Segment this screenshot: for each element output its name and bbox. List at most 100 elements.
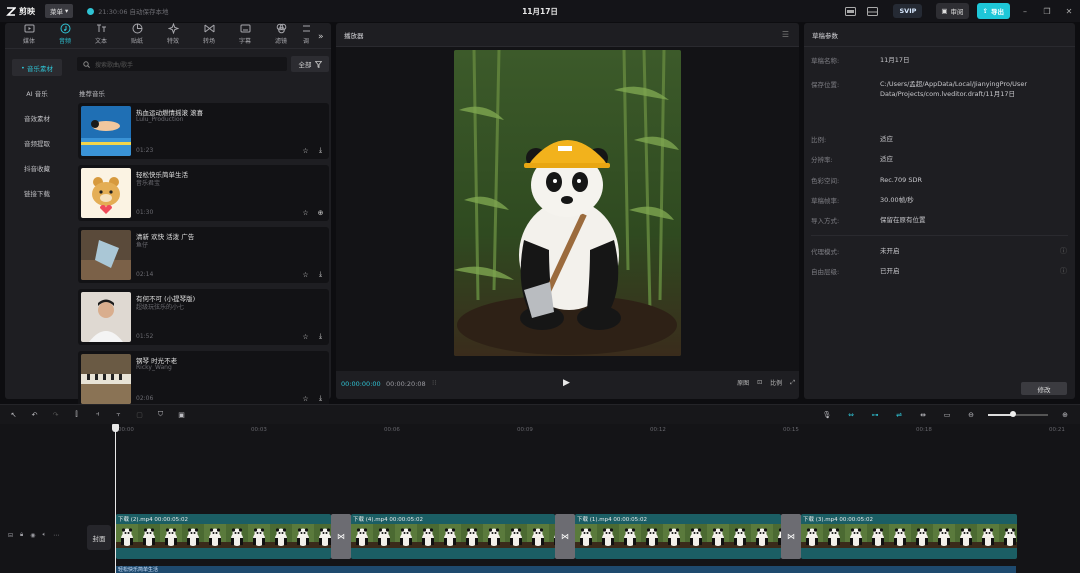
fullscreen-icon[interactable]: ⤢ <box>790 379 795 387</box>
tab-sticker[interactable]: 贴纸 <box>119 23 155 48</box>
category-ai-music[interactable]: AI 音乐 <box>12 84 62 101</box>
zoom-in-icon[interactable]: ⊕ <box>1058 409 1072 420</box>
favorite-icon[interactable]: ☆ <box>301 332 310 341</box>
help-icon[interactable]: ⓘ <box>1060 266 1067 276</box>
video-clip[interactable]: 下载 (4).mp4 00:00:05:02 <box>351 514 555 559</box>
zoom-slider-knob[interactable] <box>1010 410 1017 417</box>
download-icon[interactable]: ⤓ <box>316 146 325 155</box>
autosave-icon <box>87 7 95 15</box>
add-icon[interactable]: ⊕ <box>316 208 325 217</box>
playhead-handle[interactable] <box>112 424 119 432</box>
download-icon[interactable]: ⤓ <box>316 270 325 279</box>
ai-frame-icon[interactable]: ▣ <box>176 409 187 420</box>
tab-filter[interactable]: 滤镜 <box>263 23 299 48</box>
timeline-toolbar: ↖ ↶ ↷ ⫿ ⫞ ⫟ ▢ ⛉ ▣ 🎙 ⇔ ⊶ ⇌ ⇹ ▭ ⊖ ⊕ <box>0 404 1080 424</box>
panda-frame-thumbnail <box>351 524 373 548</box>
clip-filmstrip <box>575 524 781 548</box>
review-button[interactable]: ▣ 审阅 <box>936 3 969 19</box>
redo-icon[interactable]: ↷ <box>50 409 61 420</box>
lock-icon[interactable]: 🔒︎ <box>20 531 23 539</box>
tab-transition[interactable]: 转场 <box>191 23 227 48</box>
minimize-icon[interactable]: – <box>1018 7 1032 16</box>
original-image-button[interactable]: 原图 <box>737 378 749 387</box>
auto-snap-icon[interactable]: ⊶ <box>868 409 882 420</box>
preview-axis-icon[interactable]: ⇹ <box>916 409 930 420</box>
audio-clip[interactable]: 轻松快乐简单生活 <box>116 566 1016 573</box>
timeline-mode-icon[interactable]: ⁞⁞ <box>432 379 436 387</box>
tab-caption[interactable]: 字幕 <box>227 23 263 48</box>
category-audio-extract[interactable]: 音频提取 <box>12 134 62 151</box>
menu-lines-icon[interactable]: ☰ <box>782 30 789 39</box>
tab-audio[interactable]: 音频 <box>47 23 83 48</box>
favorite-icon[interactable]: ☆ <box>301 270 310 279</box>
category-music[interactable]: • 音乐素材 <box>12 59 62 76</box>
list-item[interactable]: 清新 欢快 活泼 广告 鱼仔 02:14 ☆ ⤓ <box>78 227 329 283</box>
ruler-tick-label: 00:12 <box>650 427 666 433</box>
list-item[interactable]: 热血运动燃情摇滚 滚喜 Lulu_Production 01:23 ☆ ⤓ <box>78 103 329 159</box>
video-clip[interactable]: 下载 (3).mp4 00:00:05:02 <box>801 514 1017 559</box>
download-icon[interactable]: ⤓ <box>316 332 325 341</box>
ratio-button[interactable]: 比例 <box>770 378 782 387</box>
panda-frame-thumbnail <box>999 524 1017 548</box>
video-clip[interactable]: 下载 (1).mp4 00:00:05:02 <box>575 514 781 559</box>
timeline[interactable]: 00:00 00:03 00:06 00:09 00:12 00:15 00:1… <box>0 424 1080 573</box>
split-right-icon[interactable]: ⫟ <box>113 409 124 420</box>
link-icon[interactable]: ⇌ <box>892 409 906 420</box>
cover-button[interactable]: 封面 <box>87 525 111 550</box>
favorite-icon[interactable]: ☆ <box>301 146 310 155</box>
delete-icon[interactable]: ▢ <box>134 409 145 420</box>
player-header: 播放器 ☰ <box>336 23 799 47</box>
main-track-magnet-icon[interactable]: ⇔ <box>844 409 858 420</box>
transition-marker[interactable]: ⋈ <box>555 514 575 559</box>
more-icon[interactable]: ⋯ <box>53 532 59 539</box>
layout-icon[interactable] <box>865 4 879 18</box>
undo-icon[interactable]: ↶ <box>29 409 40 420</box>
panda-frame-thumbnail <box>663 524 685 548</box>
category-link-download[interactable]: 链接下载 <box>12 184 62 201</box>
filter-button[interactable]: 全部 <box>291 56 329 72</box>
param-row: 草稿帧率: 30.00帧/秒 <box>811 196 914 205</box>
favorite-icon[interactable]: ☆ <box>301 394 310 403</box>
select-cursor-icon[interactable]: ↖ <box>8 409 19 420</box>
split-icon[interactable]: ⫿ <box>71 409 82 420</box>
focus-icon[interactable]: ⊡ <box>757 379 762 386</box>
list-item[interactable]: 有何不可 (小提琴版) 超级玩弦乐的小七 01:52 ☆ ⤓ <box>78 289 329 345</box>
svip-badge[interactable]: SVIP <box>893 4 923 18</box>
help-icon[interactable]: ⓘ <box>1060 246 1067 256</box>
favorite-icon[interactable]: ☆ <box>301 208 310 217</box>
transition-marker[interactable]: ⋈ <box>781 514 801 559</box>
tab-adjust[interactable]: 调 <box>299 23 313 48</box>
music-search-input[interactable]: 搜索歌曲/歌手 <box>77 57 287 71</box>
zoom-out-icon[interactable]: ⊖ <box>964 409 978 420</box>
tab-text[interactable]: 文本 <box>83 23 119 48</box>
list-item[interactable]: 轻松快乐简单生活 音乐君宝 01:30 ☆ ⊕ <box>78 165 329 221</box>
restore-icon[interactable]: ❐ <box>1040 7 1054 16</box>
category-sound-effects[interactable]: 音效素材 <box>12 109 62 126</box>
play-icon[interactable]: ▶ <box>563 378 570 388</box>
eye-icon[interactable]: ◉ <box>30 532 35 539</box>
fit-timeline-icon[interactable]: ▭ <box>940 409 954 420</box>
category-douyin-favorites[interactable]: 抖音收藏 <box>12 159 62 176</box>
speaker-icon[interactable]: 🔈︎ <box>42 531 46 539</box>
param-row: 分辨率: 适应 <box>811 155 893 164</box>
panda-frame-thumbnail <box>845 524 867 548</box>
export-button[interactable]: ⇪ 导出 <box>976 3 1010 19</box>
playhead[interactable] <box>115 424 116 573</box>
download-icon[interactable]: ⤓ <box>316 394 325 403</box>
zoom-slider[interactable] <box>988 410 1048 417</box>
preview-canvas[interactable] <box>336 47 799 371</box>
tab-effect[interactable]: 特效 <box>155 23 191 48</box>
tab-media[interactable]: 媒体 <box>11 23 47 48</box>
close-icon[interactable]: ✕ <box>1062 7 1076 16</box>
microphone-icon[interactable]: 🎙 <box>820 409 834 420</box>
video-clip[interactable]: 下载 (2).mp4 00:00:05:02 <box>116 514 331 559</box>
shortcut-icon[interactable] <box>843 4 857 18</box>
transition-marker[interactable]: ⋈ <box>331 514 351 559</box>
menu-button[interactable]: 菜单 ▾ <box>45 4 74 18</box>
modify-button[interactable]: 修改 <box>1021 382 1067 395</box>
more-tabs-icon[interactable]: » <box>318 32 324 42</box>
shield-icon[interactable]: ⛉ <box>155 409 166 420</box>
list-item[interactable]: 钢琴 时光不老 Ricky_Wang 02:06 ☆ ⤓ <box>78 351 329 407</box>
cover-toggle-icon[interactable]: ⊟ <box>8 532 13 539</box>
split-left-icon[interactable]: ⫞ <box>92 409 103 420</box>
